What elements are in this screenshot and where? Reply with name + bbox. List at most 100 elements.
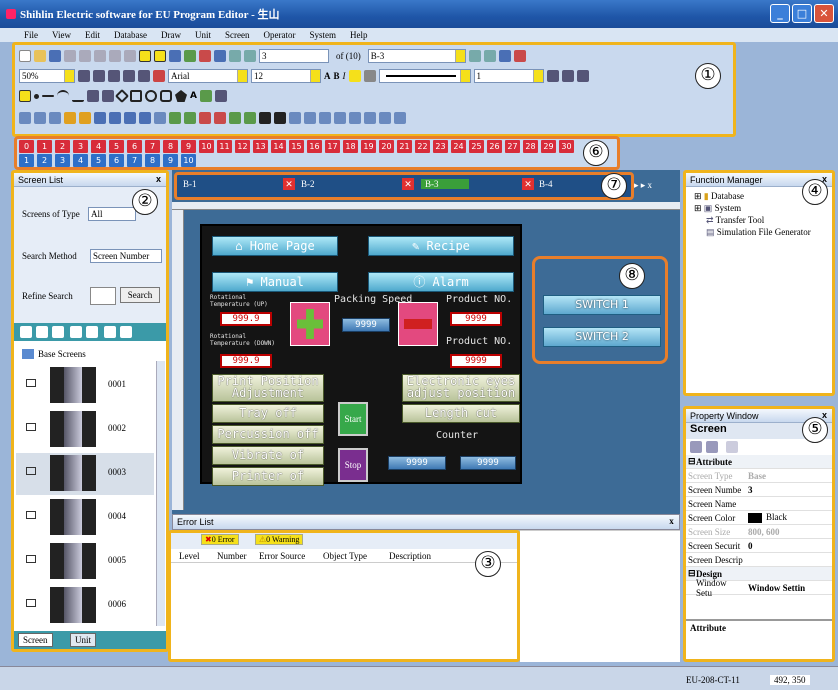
maximize-button[interactable]: □ (792, 4, 812, 23)
table-icon[interactable] (214, 90, 227, 102)
line-style-select[interactable] (378, 69, 471, 83)
diamond-icon[interactable] (114, 88, 130, 104)
lamp-icon[interactable] (64, 112, 76, 124)
meter-icon[interactable] (184, 112, 196, 124)
tree-item-simulation-file-generator[interactable]: ▤ Simulation File Generator (706, 227, 811, 238)
tab-scroll-arrows[interactable]: ▸ ▸ x (634, 180, 652, 191)
red-shortcut-button[interactable]: 30 (559, 140, 574, 153)
close-tab-b3-icon[interactable]: ✕ (522, 178, 534, 190)
save-icon[interactable] (49, 50, 61, 62)
close-tab-b2-icon[interactable]: ✕ (402, 178, 414, 190)
color-swatch[interactable] (748, 512, 762, 523)
keypad-icon[interactable] (289, 112, 301, 124)
fill-color-icon[interactable] (348, 70, 361, 82)
sort-alpha-icon[interactable] (706, 441, 718, 453)
close-icon[interactable]: x (666, 516, 677, 527)
red-shortcut-button[interactable]: 24 (451, 140, 466, 153)
counter-value-b[interactable]: 9999 (460, 456, 516, 470)
blue-shortcut-button[interactable]: 6 (109, 154, 124, 167)
menu-operator[interactable]: Operator (263, 30, 295, 40)
blue-shortcut-button[interactable]: 10 (181, 154, 196, 167)
red-shortcut-button[interactable]: 8 (163, 140, 178, 153)
red-shortcut-button[interactable]: 11 (217, 140, 232, 153)
multi-lamp-icon[interactable] (79, 112, 91, 124)
red-shortcut-button[interactable]: 22 (415, 140, 430, 153)
property-row[interactable]: Screen Size 800, 600 (686, 525, 832, 539)
selector-icon[interactable] (319, 112, 331, 124)
red-shortcut-button[interactable]: 1 (37, 140, 52, 153)
product-no-value-b[interactable]: 9999 (450, 354, 502, 368)
circle-icon[interactable] (145, 90, 157, 102)
red-shortcut-button[interactable]: 18 (343, 140, 358, 153)
search-method-select[interactable]: Screen Number (90, 249, 162, 263)
fill-pattern-icon[interactable] (561, 70, 574, 82)
menu-edit[interactable]: Edit (85, 30, 100, 40)
red-shortcut-button[interactable]: 14 (271, 140, 286, 153)
property-row[interactable]: Screen Color Black (686, 511, 832, 525)
screen-list-item[interactable]: 0002 (16, 409, 154, 451)
red-shortcut-button[interactable]: 7 (145, 140, 160, 153)
polygon-icon[interactable] (102, 90, 114, 102)
col-error-source[interactable]: Error Source (253, 551, 317, 561)
red-shortcut-button[interactable]: 19 (361, 140, 376, 153)
rounded-rect-icon[interactable] (160, 90, 172, 102)
pentagon-icon[interactable] (175, 90, 187, 102)
home-page-button[interactable]: ⌂ Home Page (212, 236, 338, 256)
monitor-stop-icon[interactable] (513, 50, 526, 62)
col-level[interactable]: Level (171, 551, 211, 561)
copy-screen-icon[interactable] (36, 326, 48, 338)
red-shortcut-button[interactable]: 29 (541, 140, 556, 153)
page-number-input[interactable]: 3 (259, 49, 329, 63)
blue-shortcut-button[interactable]: 1 (19, 154, 34, 167)
alarm-icon[interactable] (199, 112, 211, 124)
tab-b1[interactable]: B-1 (183, 179, 197, 189)
print-position-button[interactable]: Print Position Adjustment (212, 374, 324, 402)
screen-list-item[interactable]: 0004 (16, 497, 154, 539)
recipe-button[interactable]: ✎ Recipe (368, 236, 514, 256)
screen-list-item[interactable]: 0005 (16, 541, 154, 583)
categorized-icon[interactable] (690, 441, 702, 453)
align-icon[interactable] (78, 70, 90, 82)
close-icon[interactable]: x (153, 174, 164, 185)
blue-shortcut-button[interactable]: 4 (73, 154, 88, 167)
red-shortcut-button[interactable]: 13 (253, 140, 268, 153)
zoom-select[interactable]: 50% (19, 69, 75, 83)
increase-button[interactable] (290, 302, 330, 346)
delete-screen-icon[interactable] (70, 326, 82, 338)
screen-properties-icon[interactable] (86, 326, 98, 338)
first-page-icon[interactable] (229, 50, 241, 62)
copy-icon[interactable] (79, 50, 91, 62)
red-shortcut-button[interactable]: 17 (325, 140, 340, 153)
blue-shortcut-button[interactable]: 3 (55, 154, 70, 167)
trend-icon[interactable] (229, 112, 241, 124)
tab-b4[interactable]: B-4 (539, 179, 553, 189)
open-folder-icon[interactable] (34, 50, 46, 62)
menu-system[interactable]: System (309, 30, 336, 40)
red-shortcut-button[interactable]: 12 (235, 140, 250, 153)
screen-list-item[interactable]: 0001 (16, 365, 154, 407)
red-shortcut-button[interactable]: 10 (199, 140, 214, 153)
tab-b2[interactable]: B-2 (301, 179, 315, 189)
group-icon[interactable] (108, 70, 120, 82)
manual-button[interactable]: ⚑ Manual (212, 272, 338, 292)
tree-item-system[interactable]: ⊞ ▣ System (694, 203, 741, 214)
add-screen-icon[interactable] (20, 326, 32, 338)
paste-screen-icon[interactable] (52, 326, 64, 338)
view-list-icon[interactable] (104, 326, 116, 338)
blue-shortcut-button[interactable]: 5 (91, 154, 106, 167)
font-select[interactable]: Arial (168, 69, 248, 83)
date-time-icon[interactable] (154, 112, 166, 124)
polyline-icon[interactable] (72, 90, 84, 102)
errors-badge[interactable]: ✖0 Error (201, 534, 239, 545)
bar-graph-icon[interactable] (169, 112, 181, 124)
menu-help[interactable]: Help (350, 30, 368, 40)
bit-button-icon[interactable] (19, 112, 31, 124)
minimize-button[interactable]: _ (770, 4, 790, 23)
section-attribute[interactable]: ⊟ Attribute (686, 455, 832, 469)
prev-page-icon[interactable] (244, 50, 256, 62)
screen-select[interactable]: B-3 (367, 49, 466, 63)
property-row[interactable]: Screen Numbe 3 (686, 483, 832, 497)
blue-shortcut-button[interactable]: 7 (127, 154, 142, 167)
expand-icon[interactable]: ⊞ (694, 191, 704, 201)
screen-list-item[interactable]: 0006 (16, 585, 154, 627)
